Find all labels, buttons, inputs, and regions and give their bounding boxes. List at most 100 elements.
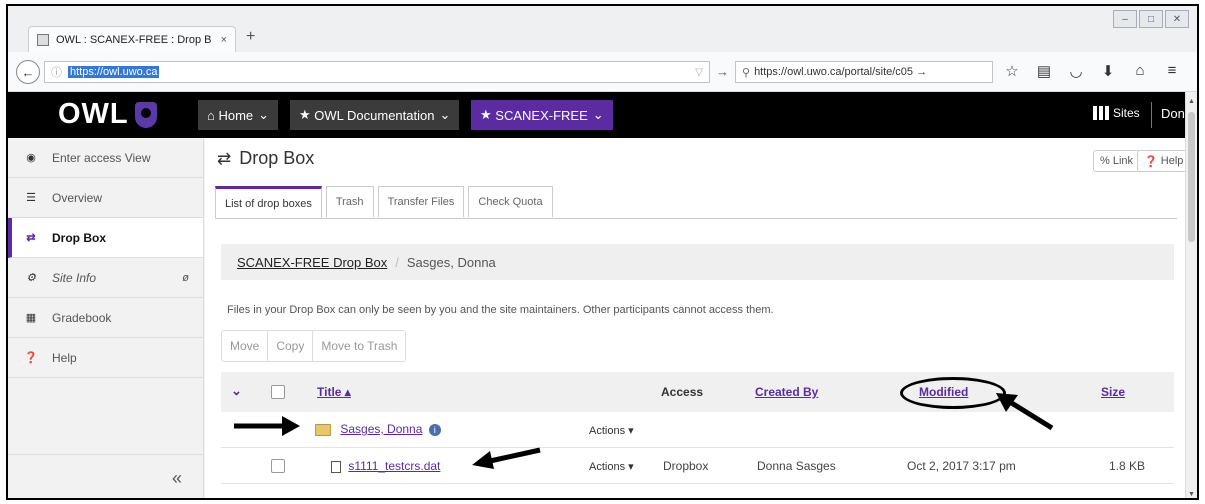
sidebar-item-site-info[interactable]: ⚙ Site Info ø xyxy=(8,258,203,298)
search-icon: ⚲ xyxy=(742,66,751,79)
move-to-trash-button[interactable]: Move to Trash xyxy=(313,331,405,361)
nav-owl-documentation-button[interactable]: ★ OWL Documentation ⌄ xyxy=(290,100,460,130)
nav-scanex-free-button[interactable]: ★ SCANEX-FREE ⌄ xyxy=(471,100,613,130)
highlight-circle xyxy=(900,377,1006,409)
folder-link[interactable]: Sasges, Donna xyxy=(340,422,422,436)
url-bar[interactable]: ⓘ https://owl.uwo.ca ▽ xyxy=(44,61,710,83)
expand-all-chevron-icon[interactable]: ⌄ xyxy=(231,383,242,399)
sidebar-item-gradebook[interactable]: ▦ Gradebook xyxy=(8,298,203,338)
favicon-icon xyxy=(37,33,49,46)
sidebar-item-label: Drop Box xyxy=(52,230,106,245)
star-icon: ★ xyxy=(299,107,315,122)
sites-label: Sites xyxy=(1113,106,1140,120)
back-button[interactable]: ← xyxy=(16,60,40,84)
file-title: s1111_testcrs.dat xyxy=(331,459,440,473)
home-icon[interactable]: ⌂ xyxy=(1128,62,1152,82)
select-all-checkbox[interactable] xyxy=(271,385,285,399)
row-actions-menu[interactable]: Actions ▾ xyxy=(589,460,634,473)
sidebar-item-label: Gradebook xyxy=(52,310,112,325)
new-tab-button[interactable]: + xyxy=(246,28,255,46)
chevron-down-icon: ⌄ xyxy=(439,107,451,122)
tool-tabs: List of drop boxes Trash Transfer Files … xyxy=(215,186,557,219)
copy-button[interactable]: Copy xyxy=(268,331,314,361)
nav-home-button[interactable]: ⌂ Home ⌄ xyxy=(198,100,279,130)
annotation-arrow-icon xyxy=(996,393,1054,431)
sites-button[interactable]: Sites xyxy=(1093,106,1140,120)
access-column-header: Access xyxy=(661,385,704,399)
file-link[interactable]: s1111_testcrs.dat xyxy=(348,459,440,473)
star-icon: ★ xyxy=(480,107,496,122)
url-dropdown-icon[interactable]: ▽ xyxy=(695,67,703,78)
browser-toolbar: ☆ ▤ ◡ ⬇ ⌂ ≡ xyxy=(1000,62,1192,82)
gear-icon: ⚙ xyxy=(26,272,36,284)
sidebar-item-label: Enter access View xyxy=(52,150,151,165)
info-icon[interactable]: i xyxy=(428,423,441,436)
row-checkbox[interactable] xyxy=(271,459,285,473)
bookmark-star-icon[interactable]: ☆ xyxy=(1000,62,1024,82)
owl-logo[interactable]: OWL xyxy=(58,98,157,131)
download-icon[interactable]: ⬇ xyxy=(1096,62,1120,82)
close-window-button[interactable]: ✕ xyxy=(1165,10,1189,28)
nav-scanex-free-label: SCANEX-FREE xyxy=(495,107,588,123)
maximize-button[interactable]: □ xyxy=(1139,10,1163,28)
breadcrumb-link[interactable]: SCANEX-FREE Drop Box xyxy=(237,255,387,270)
row-actions-menu[interactable]: Actions ▾ xyxy=(589,424,634,437)
tab-check-quota[interactable]: Check Quota xyxy=(468,186,553,217)
sidebar-item-label: Site Info xyxy=(52,270,97,285)
owl-logo-text: OWL xyxy=(58,98,129,130)
sidebar-item-overview[interactable]: ☰ Overview xyxy=(8,178,203,218)
browser-tab[interactable]: OWL : SCANEX-FREE : Drop B × xyxy=(28,26,236,52)
collapse-sidebar-button[interactable]: « xyxy=(8,454,204,498)
site-info-icon[interactable]: ⓘ xyxy=(51,64,62,80)
url-text: https://owl.uwo.ca xyxy=(68,66,160,78)
scroll-up-icon[interactable]: ▲ xyxy=(1188,98,1195,105)
owl-shield-icon xyxy=(134,101,157,128)
home-icon: ⌂ xyxy=(207,107,219,123)
browser-titlebar: OWL : SCANEX-FREE : Drop B × + – □ ✕ xyxy=(8,6,1197,52)
go-arrow-icon[interactable]: → xyxy=(716,64,729,79)
tab-divider xyxy=(215,218,1177,219)
link-icon: % xyxy=(1100,155,1113,167)
help-icon: ❓ xyxy=(1144,155,1161,168)
nav-home-label: Home xyxy=(218,107,254,123)
access-cell: Dropbox xyxy=(663,459,709,473)
reading-list-icon[interactable]: ▤ xyxy=(1032,62,1056,82)
scroll-thumb[interactable] xyxy=(1188,112,1195,242)
sidebar-item-enter-access-view[interactable]: ◉ Enter access View xyxy=(8,138,203,178)
help-icon: ❓ xyxy=(24,352,38,364)
sidebar-item-label: Overview xyxy=(52,190,103,205)
link-button[interactable]: % Link xyxy=(1093,150,1141,172)
menu-icon[interactable]: ≡ xyxy=(1160,62,1184,82)
sidebar-item-drop-box[interactable]: ⇄ Drop Box xyxy=(8,218,203,258)
search-bar[interactable]: ⚲ https://owl.uwo.ca/portal/site/c05 → xyxy=(735,61,993,83)
title-column-header[interactable]: Title ▴ xyxy=(317,385,351,399)
created-by-column-header[interactable]: Created By xyxy=(755,385,818,399)
breadcrumb: SCANEX-FREE Drop Box / Sasges, Donna xyxy=(221,244,1174,280)
file-icon xyxy=(331,460,341,473)
info-message: Files in your Drop Box can only be seen … xyxy=(227,304,774,316)
help-button[interactable]: ❓ Help xyxy=(1137,150,1191,172)
tab-transfer-files[interactable]: Transfer Files xyxy=(377,186,465,217)
size-column-header[interactable]: Size xyxy=(1101,385,1125,399)
page-scrollbar[interactable]: ▲ ▼ xyxy=(1185,92,1197,498)
owl-header: OWL ⌂ Home ⌄ ★ OWL Documentation ⌄ ★ SCA… xyxy=(8,92,1197,138)
scroll-down-icon[interactable]: ▼ xyxy=(1188,491,1195,498)
browser-navbar: ← ⓘ https://owl.uwo.ca ▽ → ⚲ https://owl… xyxy=(8,52,1197,92)
move-button[interactable]: Move xyxy=(222,331,269,361)
tab-trash[interactable]: Trash xyxy=(325,186,374,217)
modified-cell: Oct 2, 2017 3:17 pm xyxy=(907,459,1016,473)
sidebar-item-label: Help xyxy=(52,350,77,365)
sidebar-item-help[interactable]: ❓ Help xyxy=(8,338,203,378)
swap-icon: ⇄ xyxy=(26,232,36,244)
tab-close-icon[interactable]: × xyxy=(221,34,227,46)
page-title-text: Drop Box xyxy=(239,148,315,168)
search-text: https://owl.uwo.ca/portal/site/c05 → xyxy=(754,66,928,78)
tab-title: OWL : SCANEX-FREE : Drop B xyxy=(56,33,212,46)
help-button-label: Help xyxy=(1160,155,1184,167)
tab-list-of-drop-boxes[interactable]: List of drop boxes xyxy=(215,186,322,219)
pocket-icon[interactable]: ◡ xyxy=(1064,62,1088,82)
minimize-button[interactable]: – xyxy=(1113,10,1137,28)
link-button-label: Link xyxy=(1112,155,1134,167)
eye-slash-icon: ø xyxy=(182,271,189,284)
chevron-down-icon: ⌄ xyxy=(592,107,604,122)
